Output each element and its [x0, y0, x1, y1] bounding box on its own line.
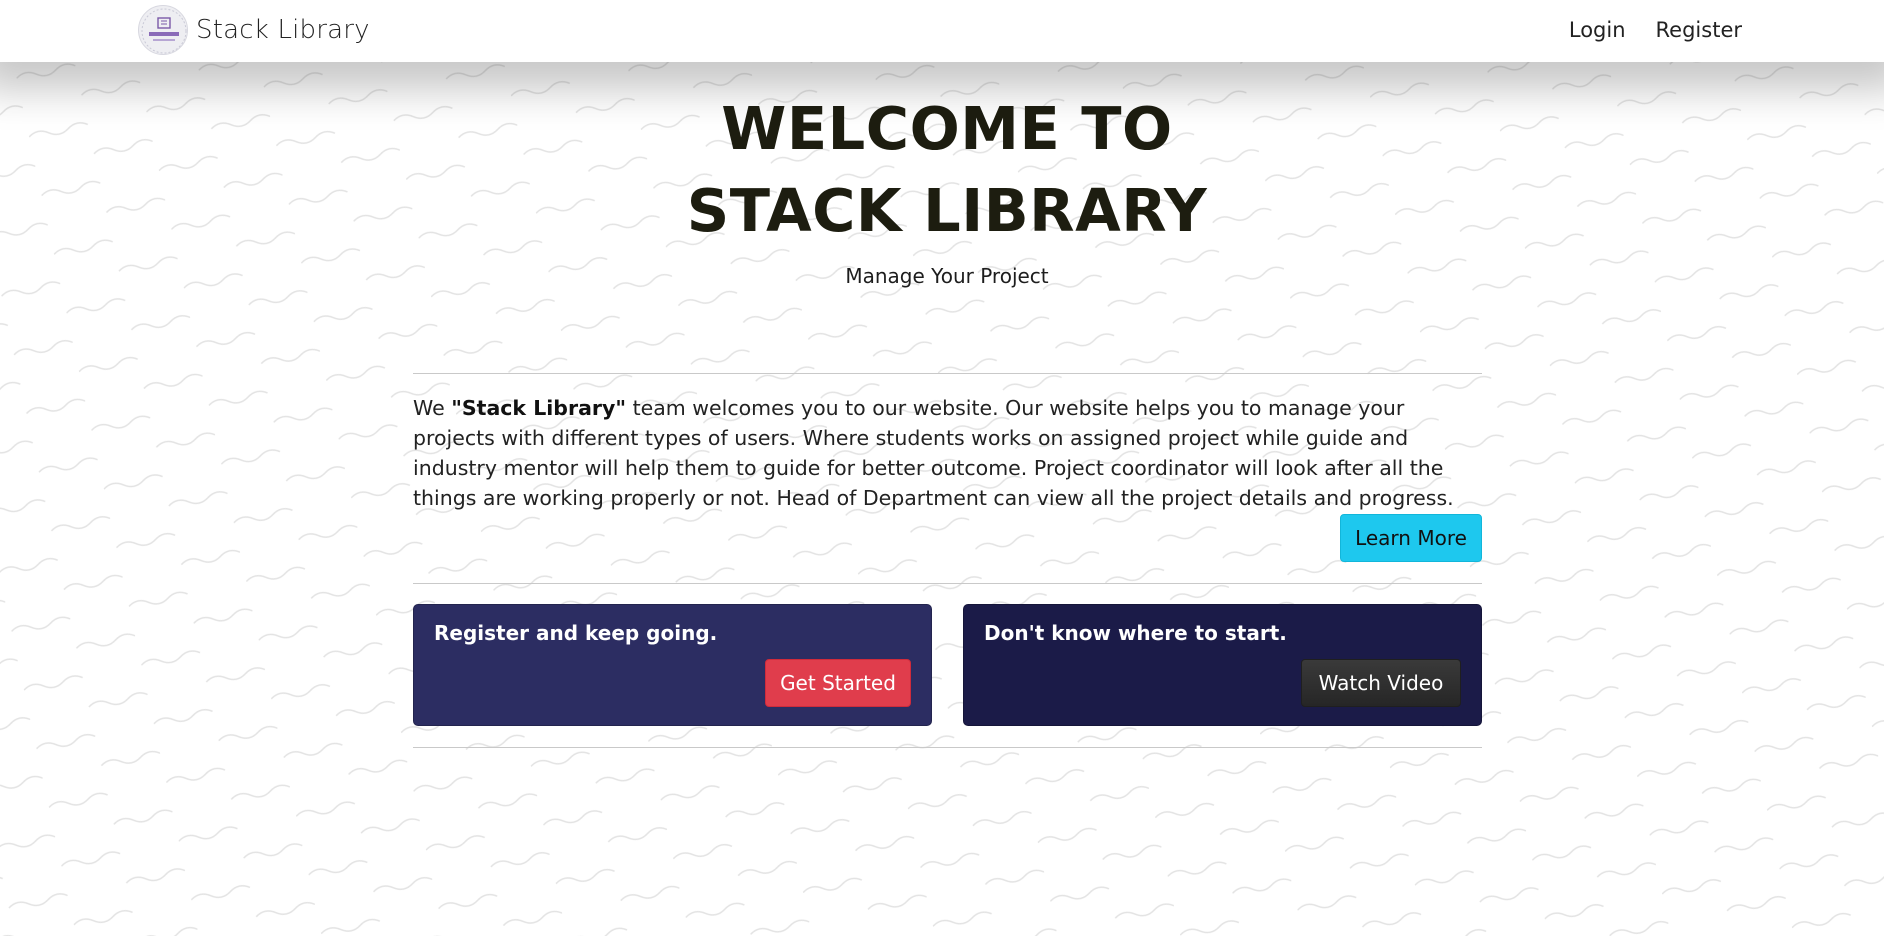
nav-register-link[interactable]: Register [1656, 14, 1742, 46]
register-card-title: Register and keep going. [434, 621, 718, 645]
video-card-title: Don't know where to start. [984, 621, 1287, 645]
intro-highlight: "Stack Library" [451, 396, 627, 420]
video-card: Don't know where to start. Watch Video [963, 604, 1482, 726]
nav-login-link[interactable]: Login [1569, 14, 1626, 46]
divider-top [413, 373, 1482, 374]
top-navbar: Stack Library Login Register [0, 0, 1884, 62]
intro-prefix: We [413, 396, 452, 420]
divider-middle [413, 583, 1482, 584]
intro-paragraph: We "Stack Library" team welcomes you to … [413, 393, 1482, 513]
learn-more-button[interactable]: Learn More [1340, 514, 1482, 562]
hero-title-line-1: WELCOME TO [721, 94, 1173, 163]
hero-subtitle: Manage Your Project [845, 264, 1049, 288]
brand-name: Stack Library [196, 15, 370, 45]
get-started-button[interactable]: Get Started [765, 659, 911, 707]
divider-bottom [413, 747, 1482, 748]
register-card: Register and keep going. Get Started [413, 604, 932, 726]
brand-home-link[interactable]: Stack Library [138, 4, 370, 56]
watch-video-button[interactable]: Watch Video [1301, 659, 1461, 707]
hero-title-line-2: STACK LIBRARY [686, 176, 1208, 245]
stack-library-logo [138, 5, 188, 55]
hero-title: WELCOME TO STACK LIBRARY [0, 88, 1884, 252]
nav-links: Login Register [1569, 14, 1742, 46]
